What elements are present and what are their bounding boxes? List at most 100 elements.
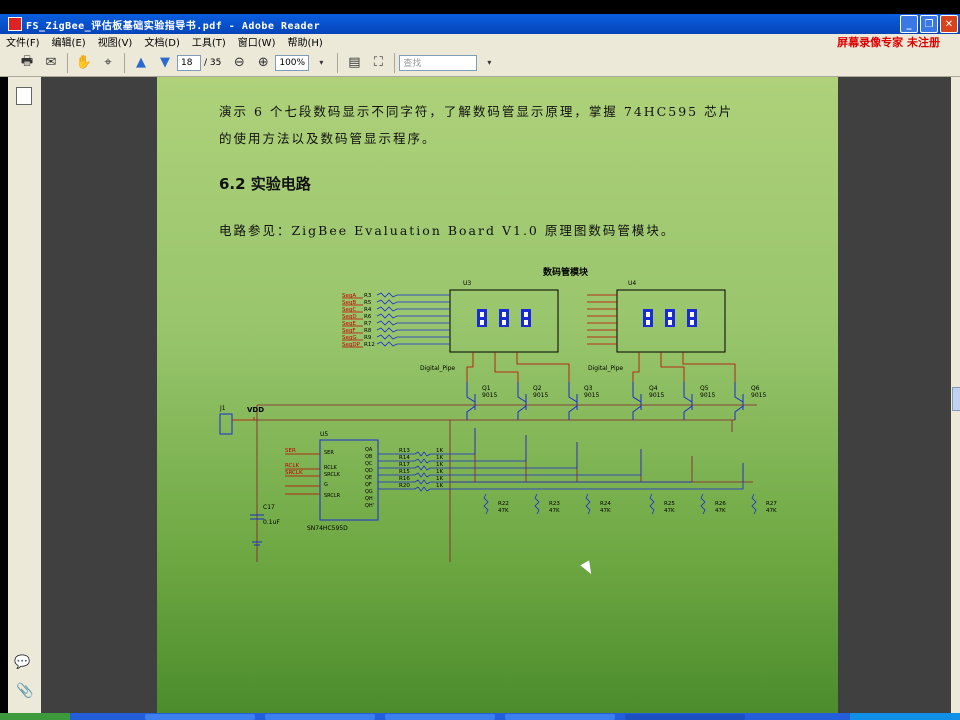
system-tray	[850, 713, 960, 720]
transistor-row: Q1 Q2 Q3 Q4 Q5 Q6 9015 9015 9015 9015 90…	[482, 385, 766, 399]
u5-pin: QA	[365, 447, 373, 453]
resistor-label: R26	[715, 501, 726, 507]
menu-tools[interactable]: 工具(T)	[186, 34, 232, 49]
email-icon[interactable]: ✉	[42, 54, 60, 72]
resistor-value: 1K	[436, 455, 443, 461]
resistor-value: 47K	[766, 508, 777, 514]
transistor-label: Q6	[751, 385, 760, 392]
window-title: FS_ZigBee_评估板基础实验指导书.pdf - Adobe Reader	[26, 20, 321, 32]
taskbar	[0, 713, 960, 720]
resistor-label: R23	[549, 501, 560, 507]
resistor-label: R15	[399, 469, 410, 475]
resistor-value: 47K	[715, 508, 726, 514]
page-down-icon[interactable]: ▼	[156, 54, 174, 72]
transistor-label: Q5	[700, 385, 709, 392]
transistor-part: 9015	[584, 392, 599, 399]
adobe-reader-icon	[8, 17, 22, 31]
resistor-value: 1K	[436, 462, 443, 468]
taskbar-button[interactable]	[265, 714, 375, 720]
transistor-part: 9015	[649, 392, 664, 399]
pages-panel-icon[interactable]	[16, 87, 32, 105]
j1-connector	[219, 413, 233, 435]
u5-pin: SRCLR	[324, 493, 341, 499]
u5-pin: QF	[365, 482, 372, 488]
pdf-page: 演示 6 个七段数码显示不同字符，了解数码管显示原理，掌握 74HC595 芯片…	[157, 77, 838, 713]
transistor-part: 9015	[533, 392, 548, 399]
taskbar-button[interactable]	[385, 714, 495, 720]
vertical-scrollbar[interactable]	[951, 77, 960, 713]
taskbar-button-active[interactable]	[625, 714, 745, 720]
menu-edit[interactable]: 编辑(E)	[46, 34, 92, 49]
net-label: SER	[285, 448, 296, 454]
toolbar-separator	[124, 52, 125, 73]
select-tool-icon[interactable]: ⌖	[99, 54, 117, 72]
navigation-pane: 💬 📎	[8, 77, 42, 713]
minimize-icon[interactable]: _	[900, 15, 918, 33]
c17-label: C17	[263, 504, 275, 511]
menu-help[interactable]: 帮助(H)	[281, 34, 328, 49]
resistor-label: R4	[364, 307, 372, 313]
u5-pin: QE	[365, 475, 372, 481]
resistor-value: 47K	[664, 508, 675, 514]
chevron-down-icon[interactable]: ▾	[312, 54, 330, 72]
toolbar: 🖶 ✉ ✋ ⌖ ▲ ▼ 18 / 35 ⊖ ⊕ 100% ▾ ▤ ⛶ 查找 ▾	[0, 49, 960, 77]
page-up-icon[interactable]: ▲	[132, 54, 150, 72]
fit-page-icon[interactable]: ⛶	[369, 54, 387, 72]
menu-view[interactable]: 视图(V)	[92, 34, 139, 49]
title-bar: FS_ZigBee_评估板基础实验指导书.pdf - Adobe Reader …	[0, 14, 960, 34]
digital-pipe-1: Digital_Pipe	[420, 365, 455, 372]
resistor-value: 47K	[549, 508, 560, 514]
recorder-watermark: 屏幕录像专家 未注册	[837, 35, 940, 49]
page-total: / 35	[204, 57, 222, 68]
close-icon[interactable]: ✕	[940, 15, 958, 33]
menu-window[interactable]: 窗口(W)	[232, 34, 282, 49]
paragraph-line: 演示 6 个七段数码显示不同字符，了解数码管显示原理，掌握 74HC595 芯片	[219, 104, 734, 119]
seven-segment-schematic: 数码管模块 U3 Digital_Pipe U4 Digital_Pipe Se…	[219, 266, 777, 562]
attachments-icon[interactable]: 📎	[16, 683, 33, 699]
start-button[interactable]	[0, 713, 70, 720]
zoom-out-icon[interactable]: ⊖	[230, 54, 248, 72]
resistor-value: 1K	[436, 469, 443, 475]
search-options-icon[interactable]: ▾	[480, 54, 498, 72]
u5-pin: SRCLK	[324, 472, 341, 478]
resistor-label: R9	[364, 335, 372, 341]
toolbar-separator	[337, 52, 339, 73]
resistor-value: 1K	[436, 483, 443, 489]
fit-width-icon[interactable]: ▤	[345, 54, 363, 72]
search-input[interactable]: 查找	[399, 54, 478, 71]
print-icon[interactable]: 🖶	[18, 54, 36, 72]
taskbar-button[interactable]	[505, 714, 615, 720]
resistor-label: R22	[498, 501, 509, 507]
menu-file[interactable]: 文件(F)	[0, 34, 46, 49]
digital-pipe-2: Digital_Pipe	[588, 365, 623, 372]
transistor-part: 9015	[700, 392, 715, 399]
menu-document[interactable]: 文档(D)	[138, 34, 186, 49]
zoom-in-icon[interactable]: ⊕	[254, 54, 272, 72]
resistor-label: R17	[399, 462, 410, 468]
hand-tool-icon[interactable]: ✋	[75, 54, 93, 72]
zoom-input[interactable]: 100%	[275, 54, 310, 71]
resistor-label: R25	[664, 501, 675, 507]
resistor-value: 47K	[600, 508, 611, 514]
resistor-label: R7	[364, 321, 372, 327]
u5-part: SN74HC595D	[307, 525, 348, 532]
comments-icon[interactable]: 💬	[14, 655, 30, 670]
scrollbar-thumb[interactable]	[952, 387, 960, 411]
u5-pin: SER	[324, 450, 334, 456]
u5-pin: G	[324, 482, 328, 488]
restore-icon[interactable]: ❐	[920, 15, 938, 33]
net-label: RCLK	[285, 463, 299, 469]
u5-label: U5	[320, 431, 328, 438]
transistor-label: Q4	[649, 385, 658, 392]
transistor-label: Q3	[584, 385, 593, 392]
u5-pin: QH'	[365, 503, 374, 509]
resistor-label: R13	[399, 448, 410, 454]
taskbar-button[interactable]	[145, 714, 255, 720]
u5-pin: QC	[365, 461, 373, 467]
transistor-part: 9015	[482, 392, 497, 399]
u5-pin: QH	[365, 496, 373, 502]
paragraph-line: 电路参见：ZigBee Evaluation Board V1.0 原理图数码管…	[219, 223, 676, 238]
toolbar-separator	[394, 52, 396, 73]
page-number-input[interactable]: 18	[177, 54, 201, 71]
resistor-label: R20	[399, 483, 410, 489]
